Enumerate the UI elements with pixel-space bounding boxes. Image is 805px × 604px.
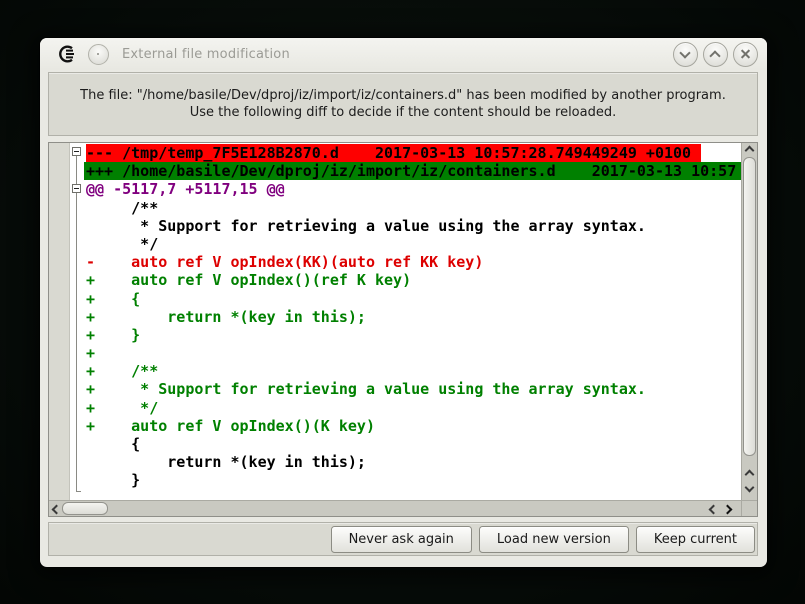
title-bar[interactable]: External file modification (40, 38, 767, 70)
diff-line: - auto ref V opIndex(KK)(auto ref KK key… (84, 253, 741, 271)
never-ask-again-button[interactable]: Never ask again (331, 526, 472, 553)
load-new-version-button[interactable]: Load new version (479, 526, 629, 553)
message-line-1: The file: "/home/basile/Dev/dproj/iz/imp… (80, 87, 726, 104)
close-button[interactable] (733, 42, 758, 67)
message-panel: The file: "/home/basile/Dev/dproj/iz/imp… (48, 72, 758, 136)
maximize-button[interactable] (703, 42, 728, 67)
diff-line: + { (84, 290, 741, 308)
keep-current-button[interactable]: Keep current (636, 526, 755, 553)
scroll-down-icon[interactable] (745, 483, 755, 493)
diff-line: + (84, 344, 741, 362)
diff-line: return *(key in this); (84, 453, 741, 471)
chevron-down-icon (679, 47, 690, 58)
fold-end-tick (76, 491, 81, 492)
action-button-bar: Never ask again Load new version Keep cu… (48, 522, 758, 556)
diff-line: @@ -5117,7 +5117,15 @@ (84, 180, 741, 198)
message-line-2: Use the following diff to decide if the … (190, 104, 617, 121)
diff-line: +++ /home/basile/Dev/dproj/iz/import/iz/… (84, 162, 741, 180)
scroll-up-icon[interactable] (745, 146, 755, 156)
diff-line: + */ (84, 399, 741, 417)
diff-line: + auto ref V opIndex()(ref K key) (84, 271, 741, 289)
diff-line: + * Support for retrieving a value using… (84, 380, 741, 398)
diff-line: } (84, 471, 741, 489)
diff-panel: --- /tmp/temp_7F5E128B2870.d 2017-03-13 … (48, 142, 758, 517)
diff-body: --- /tmp/temp_7F5E128B2870.d 2017-03-13 … (49, 143, 757, 500)
diff-line: + /** (84, 362, 741, 380)
window-menu-button[interactable] (88, 44, 109, 65)
scrollbar-corner (741, 500, 757, 516)
scroll-left-icon[interactable] (52, 505, 62, 515)
diff-line: --- /tmp/temp_7F5E128B2870.d 2017-03-13 … (84, 144, 741, 162)
diff-line: /** (84, 199, 741, 217)
minimize-button[interactable] (673, 42, 698, 67)
chevron-up-icon (709, 50, 720, 61)
horizontal-scrollbar-thumb[interactable] (62, 502, 108, 515)
horizontal-scrollbar[interactable] (49, 500, 741, 516)
scroll-right-icon[interactable] (723, 505, 733, 515)
window-title: External file modification (122, 47, 290, 62)
fold-collapse-icon[interactable] (72, 147, 81, 156)
horizontal-scrollbar-row (49, 500, 757, 516)
vertical-scrollbar-thumb[interactable] (743, 157, 756, 456)
coedit-app-icon (58, 45, 78, 63)
diff-line: + return *(key in this); (84, 308, 741, 326)
diff-line: */ (84, 235, 741, 253)
fold-column (70, 143, 84, 500)
diff-line: * Support for retrieving a value using t… (84, 217, 741, 235)
scroll-left-icon[interactable] (709, 505, 719, 515)
fold-connector-line (76, 156, 77, 492)
diff-text[interactable]: --- /tmp/temp_7F5E128B2870.d 2017-03-13 … (84, 143, 741, 500)
diff-line: { (84, 435, 741, 453)
scroll-up-icon[interactable] (745, 470, 755, 480)
vertical-scrollbar[interactable] (741, 143, 757, 500)
editor-gutter (49, 143, 70, 500)
fold-collapse-icon[interactable] (72, 184, 81, 193)
external-file-modification-dialog: External file modification The file: "/h… (40, 38, 767, 567)
diff-line: + } (84, 326, 741, 344)
desktop-background: External file modification The file: "/h… (0, 0, 805, 604)
diff-line: + auto ref V opIndex()(K key) (84, 417, 741, 435)
